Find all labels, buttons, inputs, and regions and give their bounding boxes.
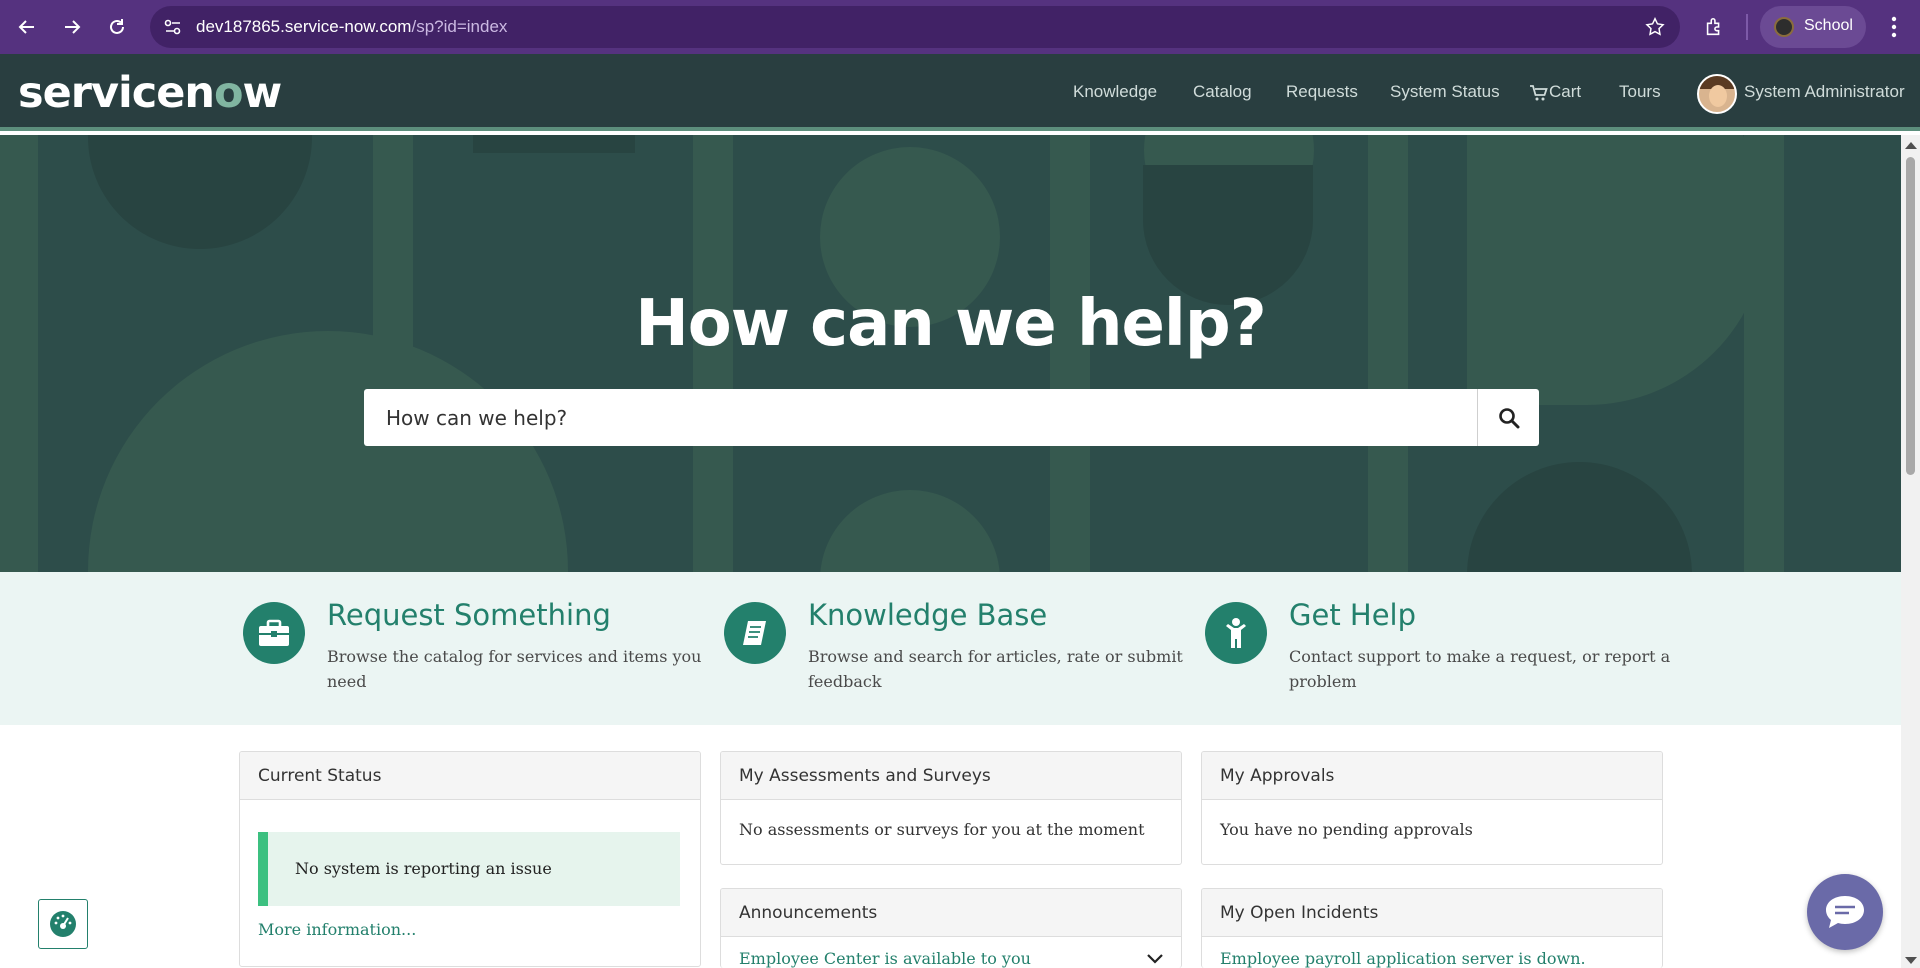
book-icon xyxy=(724,602,786,664)
hero-bg-shape xyxy=(88,135,312,249)
scrollbar-thumb[interactable] xyxy=(1906,157,1915,475)
incident-item[interactable]: Employee payroll application server is d… xyxy=(1202,937,1662,968)
open-incidents-widget: My Open Incidents Employee payroll appli… xyxy=(1201,888,1663,968)
extensions-icon[interactable] xyxy=(1697,10,1731,44)
nav-tours[interactable]: Tours xyxy=(1619,82,1661,102)
chat-bubble-icon xyxy=(1826,896,1864,928)
scroll-up-arrow-icon[interactable] xyxy=(1905,142,1917,149)
hero-bg-shape xyxy=(1467,462,1692,572)
profile-avatar xyxy=(1774,17,1794,37)
hero-bg-shape xyxy=(473,135,635,153)
nav-requests[interactable]: Requests xyxy=(1286,82,1358,102)
chevron-down-icon[interactable] xyxy=(1147,951,1163,968)
nav-system-status[interactable]: System Status xyxy=(1390,82,1500,102)
reload-icon[interactable] xyxy=(100,10,134,44)
announcement-link[interactable]: Employee Center is available to you xyxy=(739,949,1031,968)
feature-title[interactable]: Knowledge Base xyxy=(808,598,1047,632)
nav-catalog[interactable]: Catalog xyxy=(1193,82,1252,102)
address-bar[interactable]: dev187865.service-now.com/sp?id=index xyxy=(150,6,1680,48)
scroll-down-arrow-icon[interactable] xyxy=(1905,957,1917,964)
url-text[interactable]: dev187865.service-now.com/sp?id=index xyxy=(196,17,507,37)
incident-link[interactable]: Employee payroll application server is d… xyxy=(1220,949,1586,968)
logo-text-part2: o xyxy=(214,68,244,118)
search-icon xyxy=(1498,407,1519,428)
speedometer-icon xyxy=(50,911,76,937)
hero-bg-shape xyxy=(88,331,568,572)
bookmark-star-icon[interactable] xyxy=(1644,16,1666,43)
feature-description: Browse and search for articles, rate or … xyxy=(808,647,1183,691)
widget-title: Announcements xyxy=(721,889,1181,937)
profile-button[interactable]: School xyxy=(1760,6,1866,48)
widget-message: You have no pending approvals xyxy=(1220,820,1473,839)
menu-kebab-icon[interactable] xyxy=(1880,10,1908,44)
nav-cart[interactable]: Cart xyxy=(1549,82,1581,102)
widget-title: My Assessments and Surveys xyxy=(721,752,1181,800)
widget-title: Current Status xyxy=(240,752,700,800)
hero-bg-shape xyxy=(1143,165,1313,305)
widget-title: My Approvals xyxy=(1202,752,1662,800)
url-path: /sp?id=index xyxy=(411,17,508,36)
person-icon xyxy=(1205,602,1267,664)
avatar-face xyxy=(1709,85,1727,107)
cart-icon[interactable] xyxy=(1530,85,1548,106)
approvals-widget: My Approvals You have no pending approva… xyxy=(1201,751,1663,865)
feature-title[interactable]: Get Help xyxy=(1289,598,1416,632)
feature-title[interactable]: Request Something xyxy=(327,598,611,632)
widget-title: My Open Incidents xyxy=(1202,889,1662,937)
hero-title: How can we help? xyxy=(635,287,1267,361)
site-info-icon[interactable] xyxy=(162,16,184,43)
assessments-widget: My Assessments and Surveys No assessment… xyxy=(720,751,1182,865)
logo-text-part3: w xyxy=(242,68,283,118)
announcements-widget: Announcements Employee Center is availab… xyxy=(720,888,1182,968)
feature-description: Contact support to make a request, or re… xyxy=(1289,647,1671,691)
search-box xyxy=(364,389,1539,446)
nav-knowledge[interactable]: Knowledge xyxy=(1073,82,1157,102)
search-input[interactable] xyxy=(364,389,1476,446)
logo-text-part1: servicen xyxy=(18,68,215,118)
current-status-widget: Current Status No system is reporting an… xyxy=(239,751,701,967)
more-information-link[interactable]: More information... xyxy=(258,920,416,939)
status-alert: No system is reporting an issue xyxy=(258,832,680,906)
search-button[interactable] xyxy=(1477,389,1539,446)
performance-dashboard-button[interactable] xyxy=(38,899,88,949)
hero-bg-shape xyxy=(1467,135,1767,405)
page-scrollbar[interactable] xyxy=(1901,135,1920,968)
back-icon[interactable] xyxy=(10,10,44,44)
header-accent-line xyxy=(0,127,1920,131)
browser-chrome: dev187865.service-now.com/sp?id=index Sc… xyxy=(0,0,1920,54)
servicenow-logo[interactable]: servicenow xyxy=(18,68,283,118)
briefcase-icon xyxy=(243,602,305,664)
user-avatar[interactable] xyxy=(1697,74,1737,114)
url-host: dev187865.service-now.com xyxy=(196,17,412,36)
portal-header: servicenow Knowledge Catalog Requests Sy… xyxy=(0,54,1920,131)
forward-icon[interactable] xyxy=(55,10,89,44)
user-menu[interactable]: System Administrator xyxy=(1744,82,1905,102)
feature-strip: Request Something Browse the catalog for… xyxy=(0,572,1901,725)
feature-description: Browse the catalog for services and item… xyxy=(327,647,702,691)
hero-banner: How can we help? xyxy=(0,135,1901,572)
widget-message: No assessments or surveys for you at the… xyxy=(739,820,1145,839)
profile-label: School xyxy=(1804,17,1853,34)
announcement-item[interactable]: Employee Center is available to you xyxy=(721,937,1181,968)
toolbar-divider xyxy=(1746,14,1748,40)
chat-button[interactable] xyxy=(1807,874,1883,950)
hero-bg-shape xyxy=(820,490,1000,572)
